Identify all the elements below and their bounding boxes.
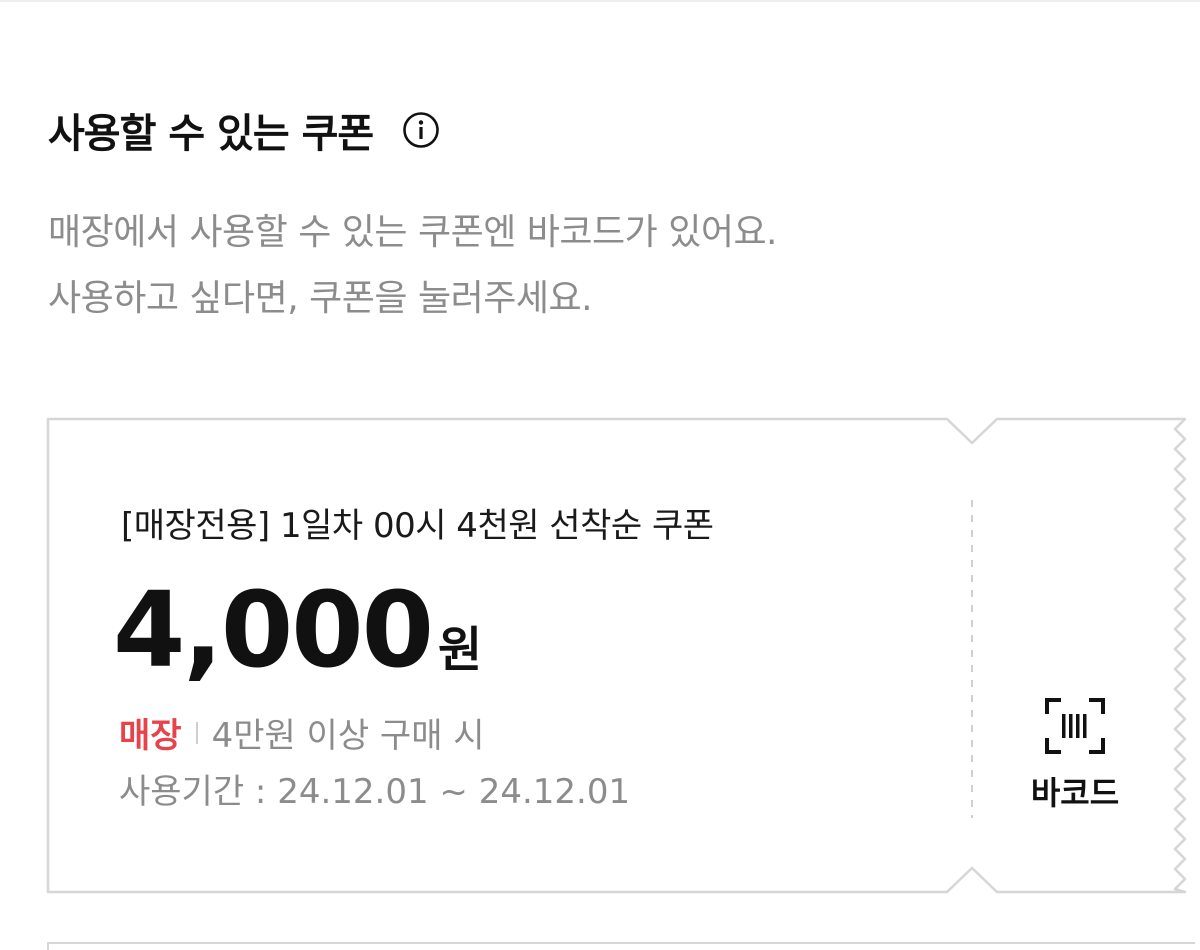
section-description: 매장에서 사용할 수 있는 쿠폰엔 바코드가 있어요. 사용하고 싶다면, 쿠폰…: [48, 200, 1148, 332]
coupon-condition-row: 매장 4만원 이상 구매 시: [119, 708, 485, 757]
coupon-name: [매장전용] 1일차 00시 4천원 선착순 쿠폰: [121, 506, 714, 546]
condition-separator: [195, 721, 198, 744]
info-icon[interactable]: [401, 110, 441, 150]
barcode-button[interactable]: 바코드: [1007, 698, 1143, 818]
section-header: 사용할 수 있는 쿠폰: [48, 100, 441, 160]
store-badge: 매장: [119, 716, 182, 756]
coupon-amount-unit: 원: [437, 622, 483, 678]
coupon-period: 사용기간 : 24.12.01 ~ 24.12.01: [119, 772, 631, 812]
coupon-amount: 4,000: [113, 569, 434, 691]
barcode-label: 바코드: [1030, 774, 1120, 812]
description-line: 사용하고 싶다면, 쿠폰을 눌러주세요.: [48, 278, 593, 319]
top-divider: [0, 0, 1200, 2]
description-line: 매장에서 사용할 수 있는 쿠폰엔 바코드가 있어요.: [48, 212, 778, 253]
section-title: 사용할 수 있는 쿠폰: [48, 111, 374, 157]
coupon-amount-row: 4,000 원: [113, 578, 482, 682]
coupon-condition: 4만원 이상 구매 시: [211, 716, 485, 756]
barcode-scan-icon: [1045, 698, 1105, 754]
next-coupon-card-edge: [47, 942, 1195, 950]
coupon-card[interactable]: [매장전용] 1일차 00시 4천원 선착순 쿠폰 4,000 원 매장 4만원…: [46, 417, 1195, 898]
